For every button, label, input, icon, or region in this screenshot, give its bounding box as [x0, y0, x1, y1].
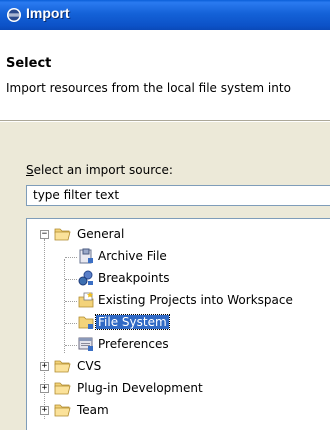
import-source-label: Select an import source: — [26, 163, 173, 177]
collapse-icon[interactable]: − — [40, 230, 49, 239]
tree-item-existing-projects[interactable]: Existing Projects into Workspace — [27, 291, 327, 311]
header-divider-highlight — [0, 121, 330, 122]
tree-item-archive-file[interactable]: Archive File — [27, 247, 327, 267]
window-title: Import — [26, 5, 70, 21]
tree-connector-line — [65, 345, 77, 346]
tree-item-breakpoints[interactable]: Breakpoints — [27, 269, 327, 289]
tree-item-label: CVS — [77, 359, 102, 373]
breakpoints-icon — [78, 270, 93, 286]
tree-connector-line — [65, 257, 77, 258]
tree-item-label: Breakpoints — [98, 271, 170, 285]
folder-icon — [54, 360, 71, 373]
tree-item-preferences[interactable]: Preferences — [27, 335, 327, 355]
mnemonic-letter: S — [26, 163, 34, 177]
import-source-tree[interactable]: − General Archive File Breakpoints Exist… — [26, 218, 330, 430]
tree-connector-line — [65, 279, 77, 280]
preferences-icon — [78, 337, 93, 351]
tree-item-label: Archive File — [98, 249, 167, 263]
import-source-label-text: elect an import source: — [33, 163, 173, 177]
tree-item-label: Preferences — [98, 337, 169, 351]
folder-icon — [54, 382, 71, 395]
title-bar[interactable]: Import — [0, 0, 330, 30]
file-system-icon — [78, 316, 94, 329]
expand-icon[interactable]: + — [40, 384, 49, 393]
page-description: Import resources from the local file sys… — [6, 81, 291, 95]
filter-input[interactable]: type filter text — [26, 185, 330, 206]
tree-connector-line — [65, 323, 77, 324]
tree-item-team[interactable]: + Team — [27, 401, 327, 421]
tree-item-file-system[interactable]: File System — [27, 313, 327, 333]
eclipse-icon — [7, 8, 21, 22]
expand-icon[interactable]: + — [40, 406, 49, 415]
wizard-header: Select Import resources from the local f… — [0, 30, 330, 120]
page-title: Select — [6, 56, 52, 71]
tree-item-plugin-development[interactable]: + Plug-in Development — [27, 379, 327, 399]
tree-item-label: File System — [95, 314, 170, 330]
folder-icon — [54, 404, 71, 417]
tree-item-label: Team — [77, 403, 109, 417]
tree-item-general[interactable]: − General — [27, 225, 327, 245]
expand-icon[interactable]: + — [40, 362, 49, 371]
existing-projects-icon — [78, 292, 94, 308]
tree-item-label: Plug-in Development — [77, 381, 203, 395]
tree-item-label: General — [77, 227, 125, 241]
filter-input-text: type filter text — [33, 188, 120, 202]
folder-open-icon — [54, 228, 71, 241]
archive-file-icon — [79, 248, 93, 264]
tree-connector-line — [65, 301, 77, 302]
tree-item-cvs[interactable]: + CVS — [27, 357, 327, 377]
tree-item-label: Existing Projects into Workspace — [98, 293, 293, 307]
